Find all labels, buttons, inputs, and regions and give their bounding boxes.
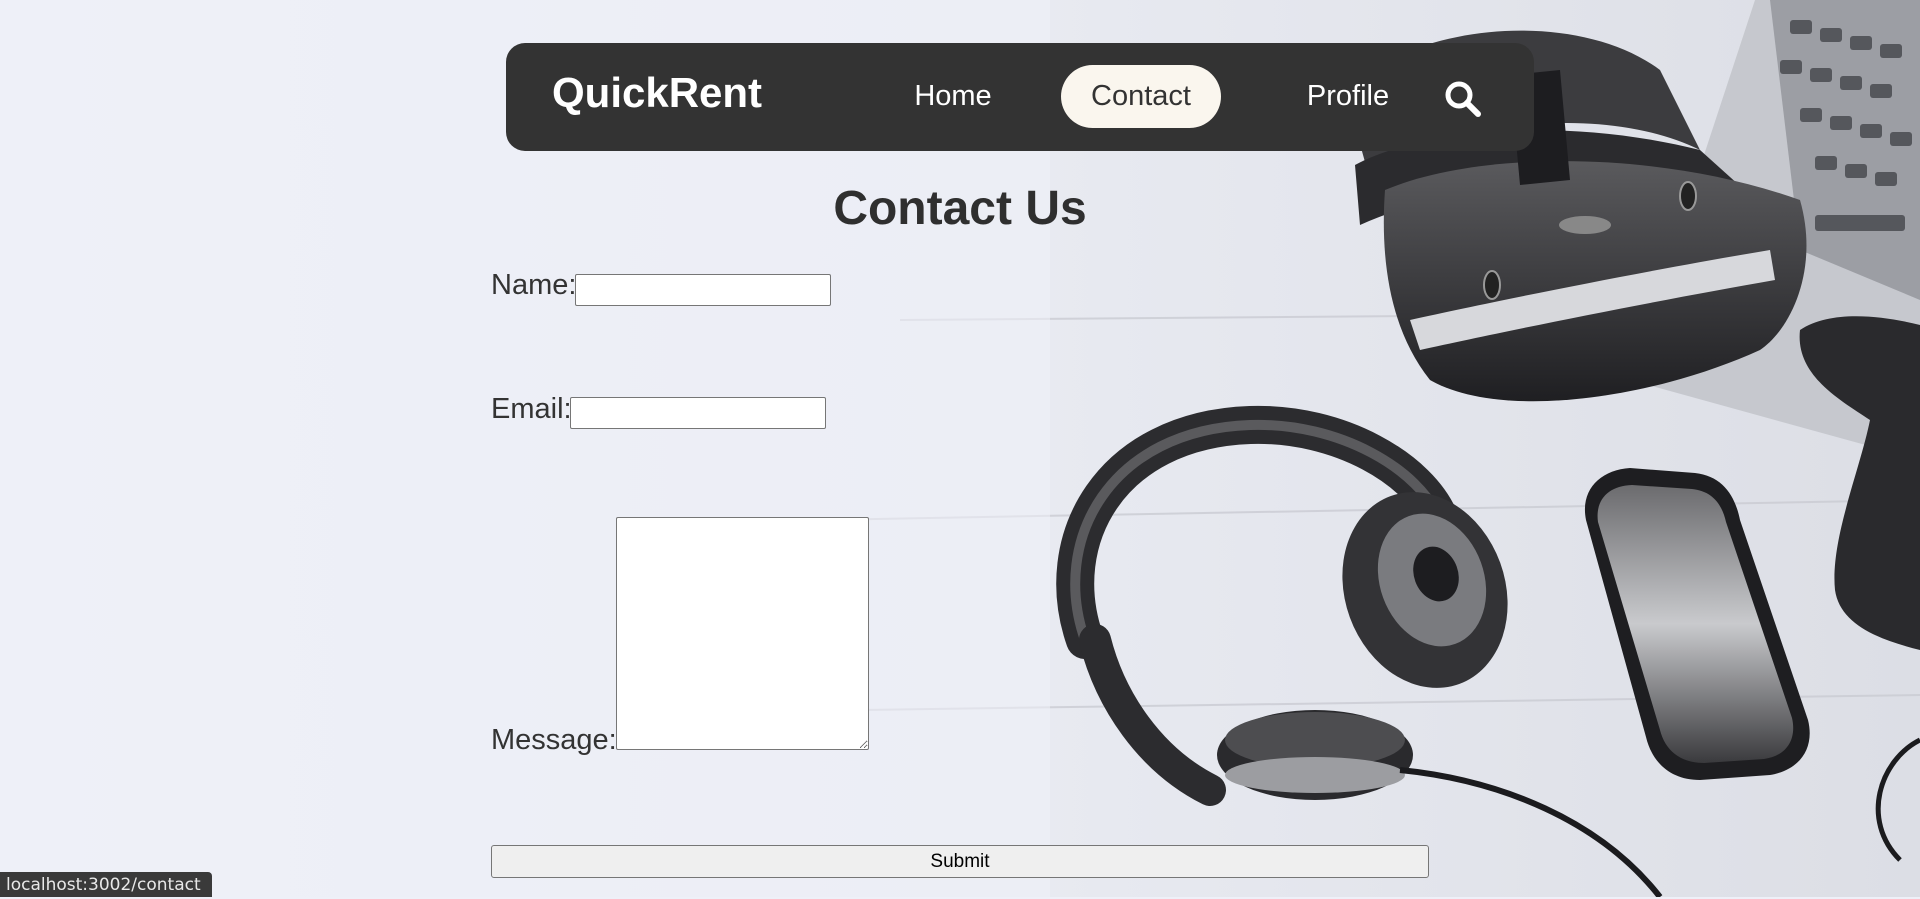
message-label: Message: [491, 724, 617, 756]
email-label: Email: [491, 393, 572, 425]
submit-button[interactable]: Submit [491, 845, 1429, 878]
nav-link-profile[interactable]: Profile [1279, 65, 1417, 128]
nav-link-contact[interactable]: Contact [1061, 65, 1221, 128]
brand-logo[interactable]: QuickRent [552, 68, 762, 118]
nav-link-home[interactable]: Home [904, 65, 1002, 128]
message-textarea[interactable] [616, 517, 869, 750]
status-bar-url: localhost:3002/contact [0, 872, 212, 897]
navbar: QuickRent Home Contact Profile [506, 43, 1534, 151]
name-input[interactable] [575, 274, 831, 306]
search-icon[interactable] [1443, 79, 1483, 119]
email-input[interactable] [570, 397, 826, 429]
name-label: Name: [491, 269, 577, 301]
page-title: Contact Us [833, 182, 1087, 235]
